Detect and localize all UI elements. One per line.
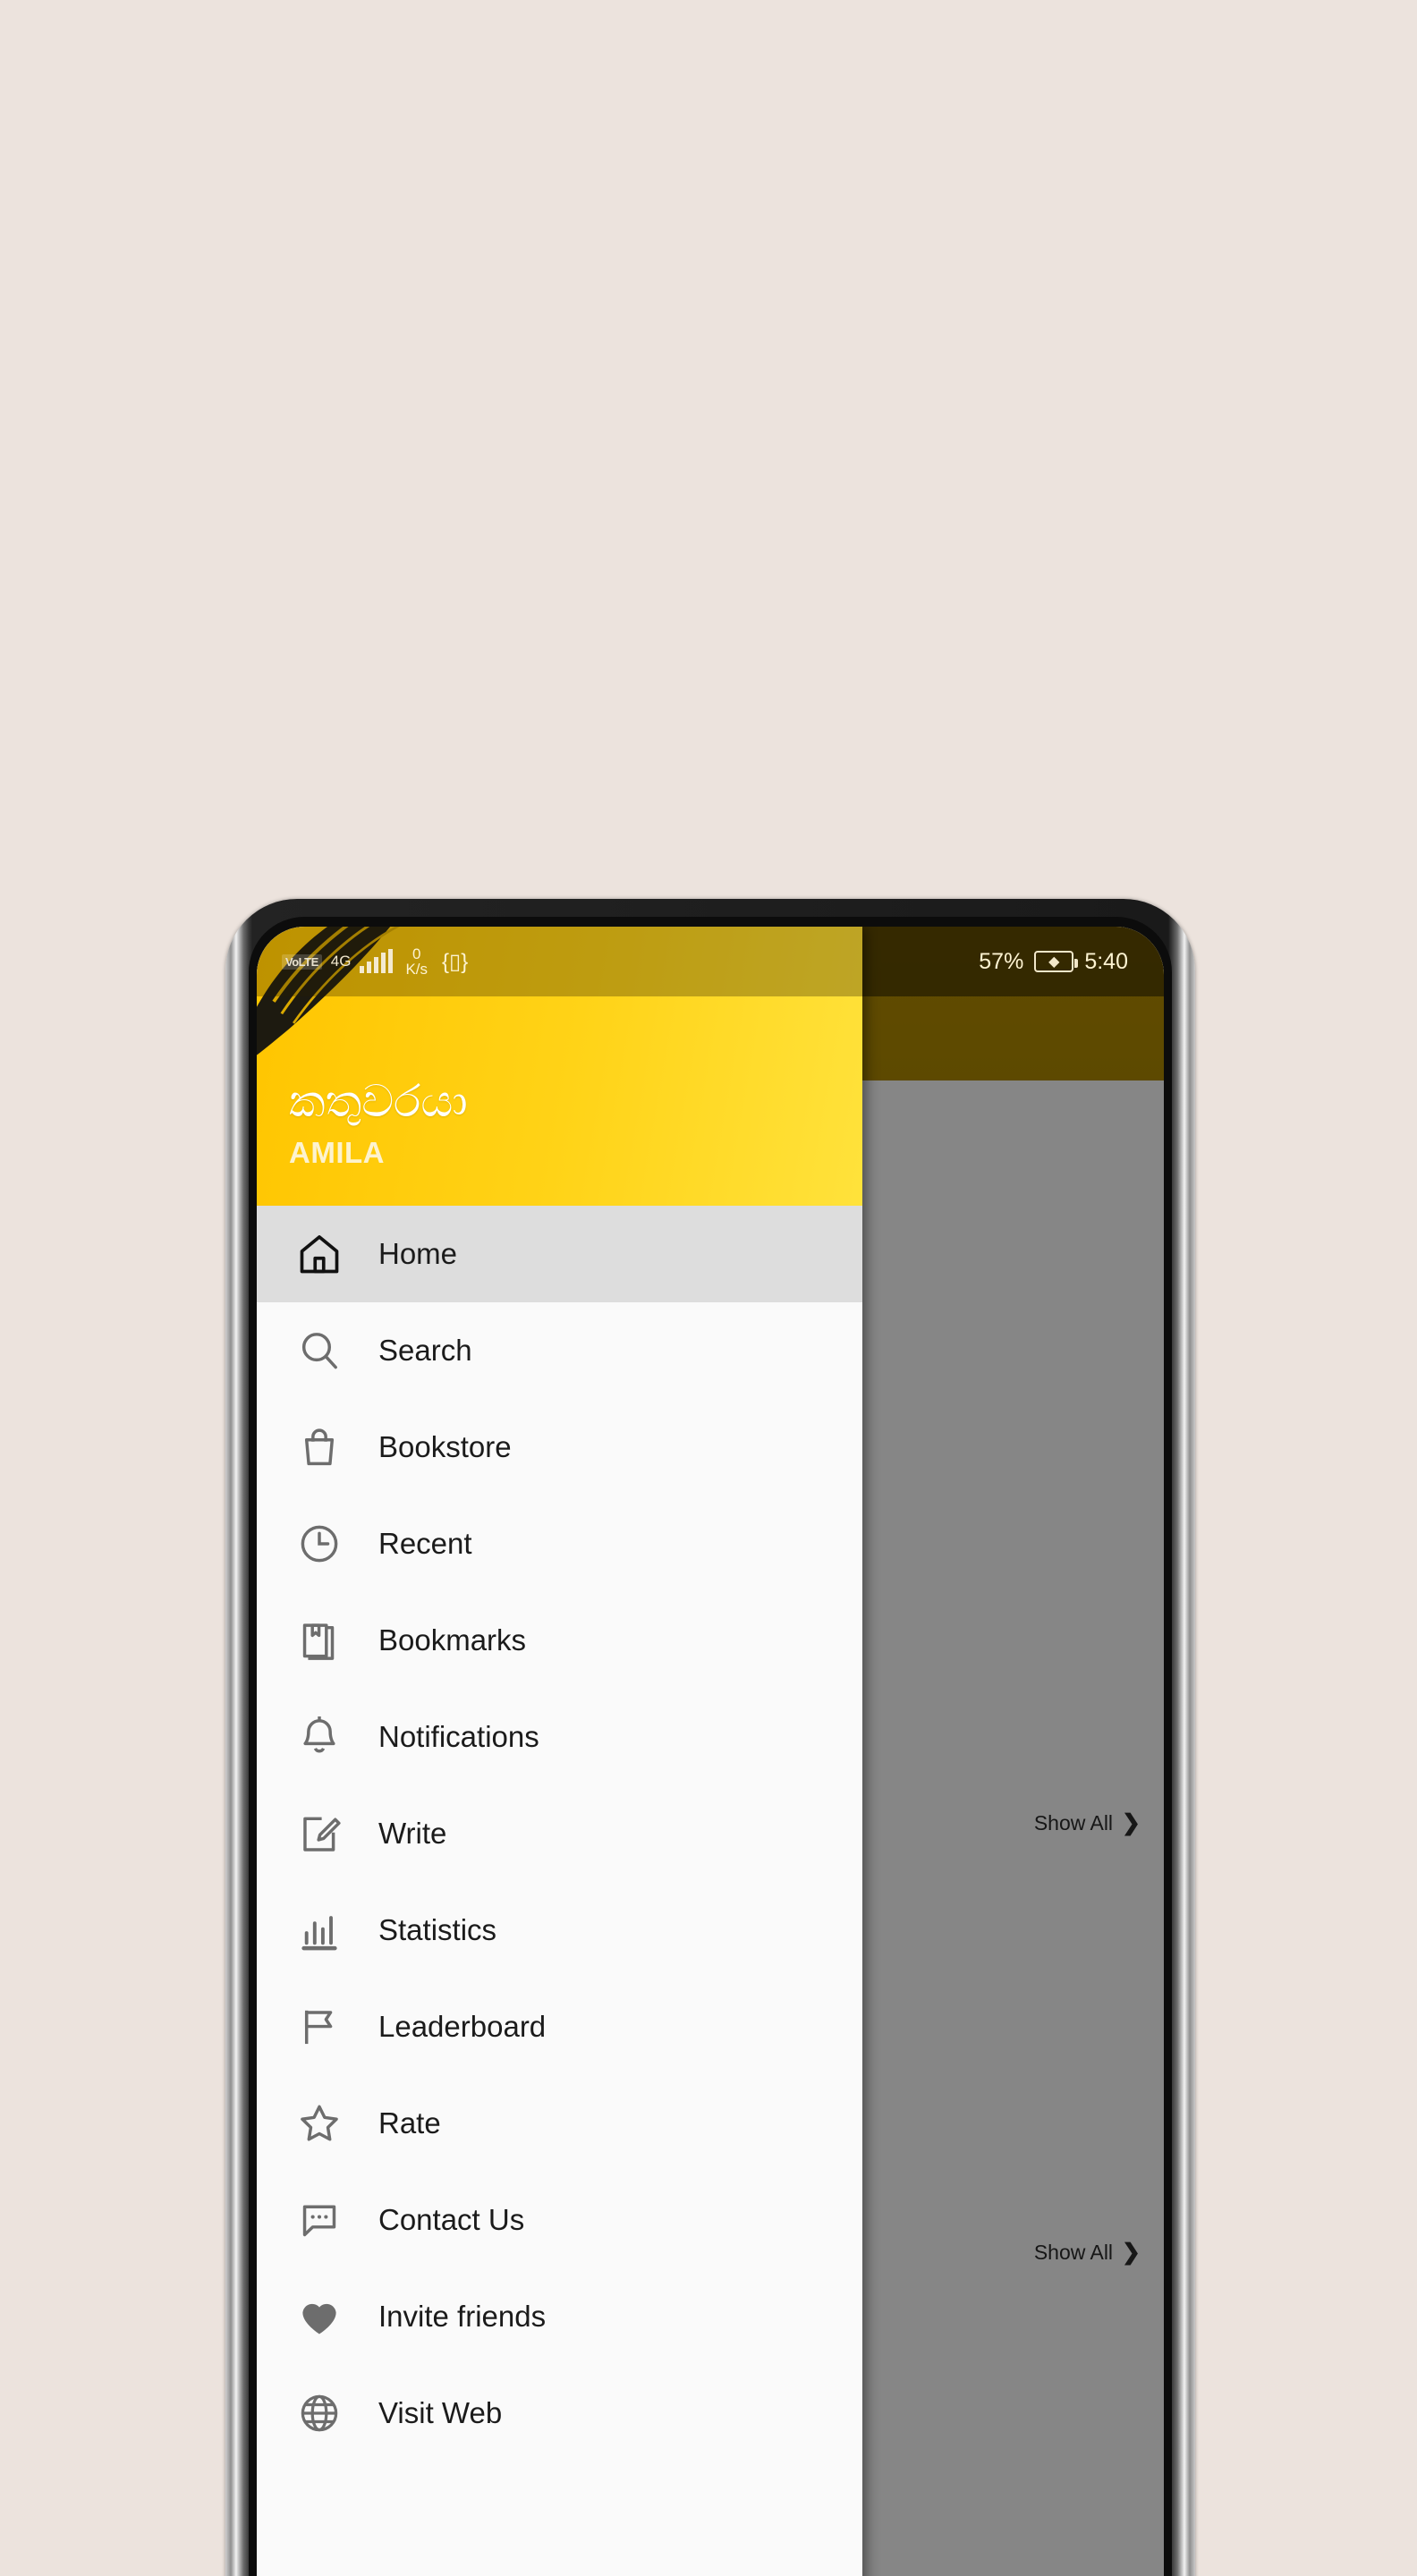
sidebar-item-label: Notifications — [378, 1720, 539, 1753]
drawer-header: කතුවරයා AMILA — [257, 927, 862, 1206]
search-icon — [294, 1326, 344, 1376]
sidebar-item-bookmarks[interactable]: Bookmarks — [257, 1592, 862, 1689]
sidebar-item-label: Recent — [378, 1527, 472, 1560]
sidebar-item-label: Bookmarks — [378, 1623, 527, 1657]
sidebar-item-rate[interactable]: Rate — [257, 2075, 862, 2172]
sidebar-item-contact-us[interactable]: Contact Us — [257, 2172, 862, 2268]
sidebar-item-label: Contact Us — [378, 2203, 525, 2236]
shopping-bag-icon — [294, 1422, 344, 1472]
bookmark-book-icon — [294, 1615, 344, 1665]
sidebar-item-label: Home — [378, 1237, 458, 1270]
heart-filled-icon — [294, 2292, 344, 2342]
sidebar-item-write[interactable]: Write — [257, 1785, 862, 1882]
edit-pencil-icon — [294, 1809, 344, 1859]
sidebar-item-label: Search — [378, 1334, 472, 1367]
sidebar-item-label: Invite friends — [378, 2300, 547, 2333]
app-title: කතුවරයා — [289, 1076, 468, 1126]
phone-device: කියා රිසි ජීවිතය ගැන දිරි දීමට තිබෙන නැව… — [225, 899, 1195, 2576]
star-icon — [294, 2098, 344, 2148]
sidebar-item-label: Leaderboard — [378, 2010, 547, 2043]
sidebar-item-leaderboard[interactable]: Leaderboard — [257, 1979, 862, 2075]
phone-bezel: කියා රිසි ජීවිතය ගැන දිරි දීමට තිබෙන නැව… — [249, 917, 1172, 2576]
sidebar-item-bookstore[interactable]: Bookstore — [257, 1399, 862, 1496]
chat-bubble-icon — [294, 2195, 344, 2245]
sidebar-item-recent[interactable]: Recent — [257, 1496, 862, 1592]
navigation-drawer: කතුවරයා AMILA Home Search Bookstore Recent B… — [257, 927, 862, 2576]
user-name: AMILA — [289, 1136, 385, 1169]
phone-screen: කියා රිසි ජීවිතය ගැන දිරි දීමට තිබෙන නැව… — [257, 927, 1164, 2576]
sidebar-item-notifications[interactable]: Notifications — [257, 1689, 862, 1785]
sidebar-item-label: Visit Web — [378, 2396, 503, 2429]
clock-icon — [294, 1519, 344, 1569]
home-icon — [294, 1229, 344, 1279]
sidebar-item-label: Statistics — [378, 1913, 497, 1946]
bell-icon — [294, 1712, 344, 1762]
sidebar-item-label: Write — [378, 1817, 447, 1850]
sidebar-item-home[interactable]: Home — [257, 1206, 862, 1302]
sidebar-item-label: Bookstore — [378, 1430, 512, 1463]
globe-icon — [294, 2388, 344, 2438]
bar-chart-icon — [294, 1905, 344, 1955]
drawer-menu-list: Home Search Bookstore Recent Bookmarks Notifi… — [257, 1206, 862, 2576]
sidebar-item-visit-web[interactable]: Visit Web — [257, 2365, 862, 2462]
sidebar-item-label: Rate — [378, 2106, 441, 2140]
sidebar-item-search[interactable]: Search — [257, 1302, 862, 1399]
sidebar-item-invite-friends[interactable]: Invite friends — [257, 2268, 862, 2365]
flag-icon — [294, 2002, 344, 2052]
sidebar-item-statistics[interactable]: Statistics — [257, 1882, 862, 1979]
